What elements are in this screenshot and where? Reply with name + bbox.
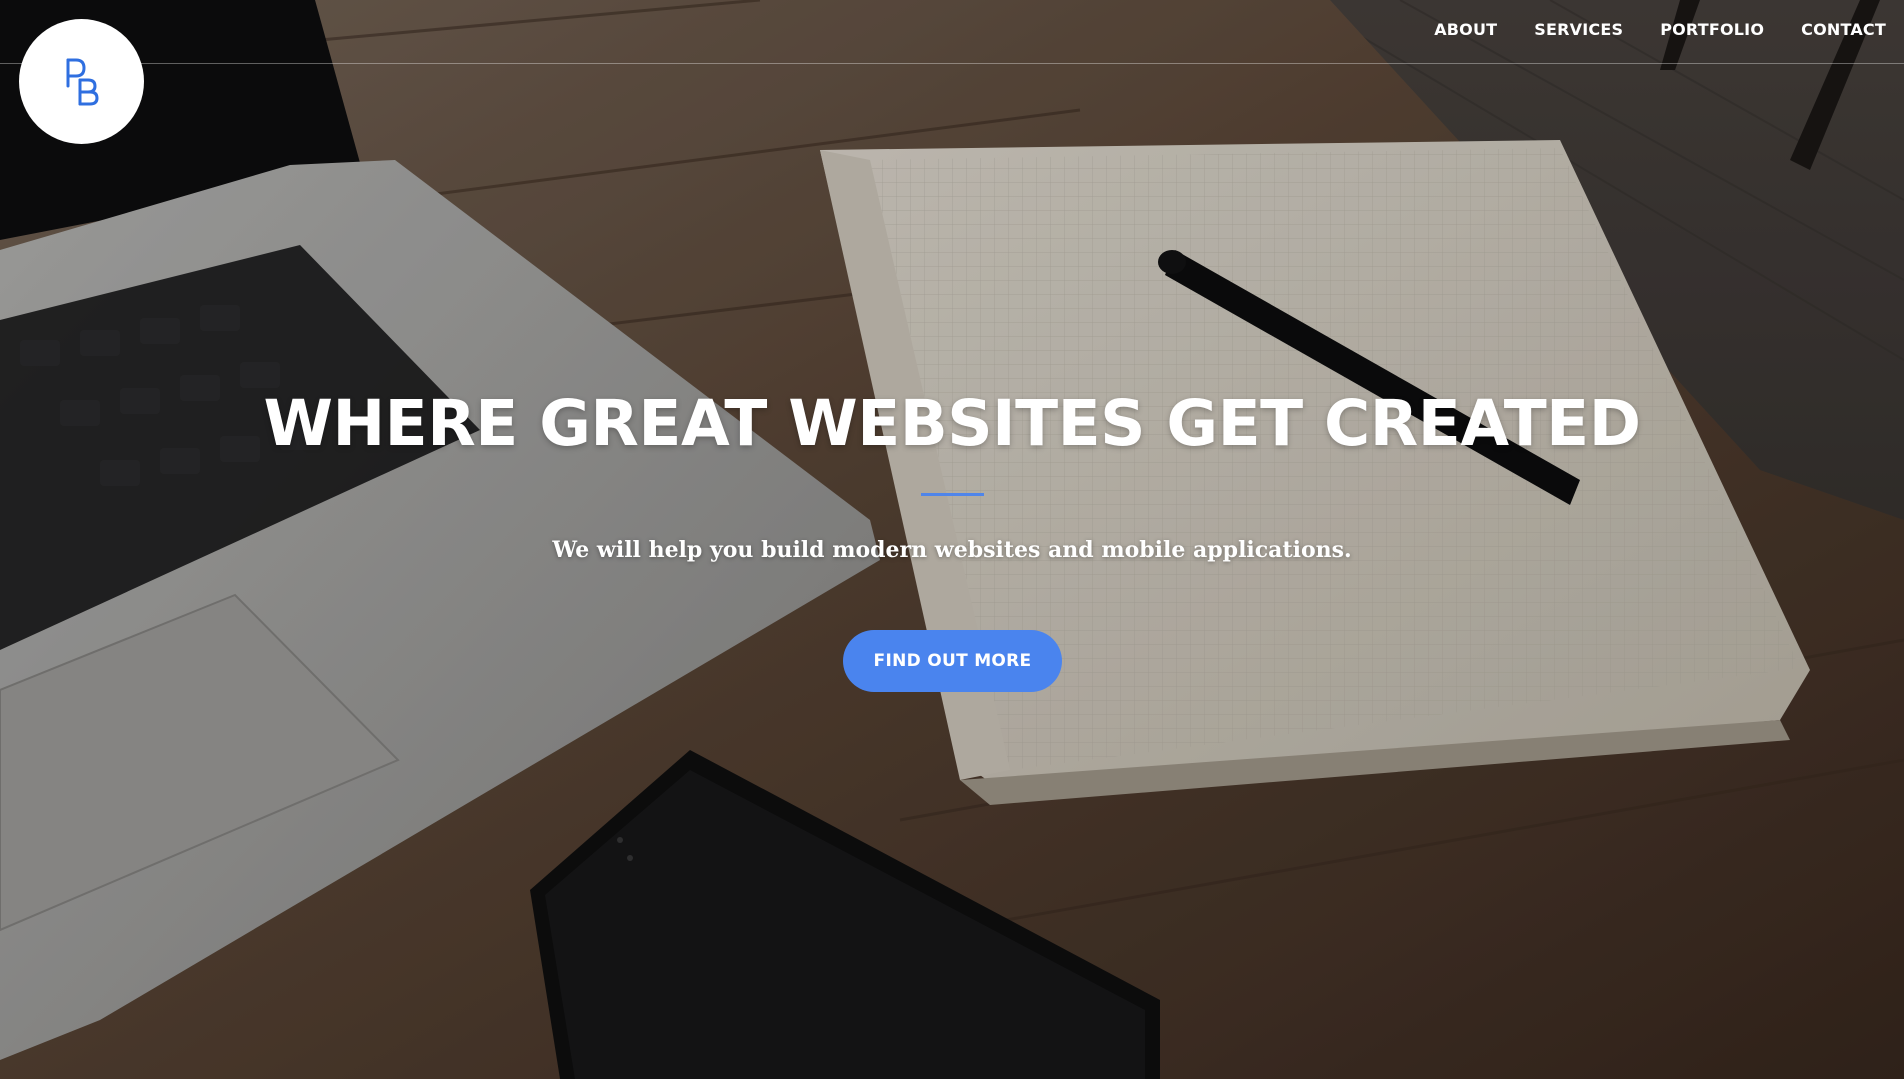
top-navbar: ABOUT SERVICES PORTFOLIO CONTACT	[0, 0, 1904, 64]
nav-link-portfolio[interactable]: PORTFOLIO	[1660, 20, 1764, 39]
nav-links: ABOUT SERVICES PORTFOLIO CONTACT	[1434, 20, 1886, 39]
find-out-more-button[interactable]: FIND OUT MORE	[843, 630, 1062, 692]
nav-link-about[interactable]: ABOUT	[1434, 20, 1497, 39]
nav-link-services[interactable]: SERVICES	[1534, 20, 1623, 39]
brand-logo[interactable]	[19, 19, 144, 144]
hero-headline: WHERE GREAT WEBSITES GET CREATED	[263, 387, 1641, 460]
hero-subheadline: We will help you build modern websites a…	[552, 537, 1352, 563]
nav-link-contact[interactable]: CONTACT	[1801, 20, 1886, 39]
headline-divider	[921, 493, 984, 496]
pb-monogram-icon	[66, 58, 98, 105]
hero-section: ABOUT SERVICES PORTFOLIO CONTACT WHERE G…	[0, 0, 1904, 1079]
